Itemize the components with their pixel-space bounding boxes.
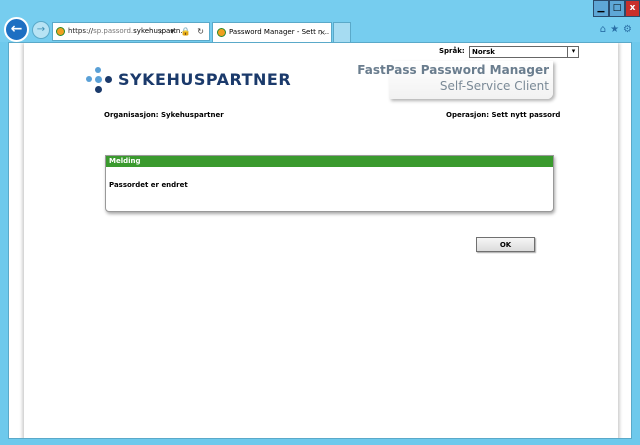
forward-arrow-icon[interactable]: → [32, 21, 50, 39]
address-controls[interactable]: ⌕ ▾ 🔒 ↻ [159, 23, 206, 40]
tab-password-manager[interactable]: Password Manager - Sett n... × [212, 22, 332, 42]
browser-tools-icons[interactable]: ⌂★⚙ [600, 24, 636, 35]
tab-favicon-icon [217, 28, 226, 37]
product-title: FastPass Password Manager [357, 63, 549, 77]
minimize-icon[interactable]: ▁ [593, 0, 609, 17]
title-bar: ← → https://sp.passord.sykehuspartn... ⌕… [0, 0, 640, 42]
site-favicon-icon [56, 27, 65, 36]
message-body: Passordet er endret [109, 181, 188, 189]
address-bar[interactable]: https://sp.passord.sykehuspartn... ⌕ ▾ 🔒… [52, 22, 210, 41]
product-banner: FastPass Password Manager Self-Service C… [357, 61, 553, 99]
page-container: Språk: Norsk ▾ SYKEHUSPARTNER FastPass P… [24, 43, 618, 438]
logo-text: SYKEHUSPARTNER [118, 70, 292, 89]
maximize-icon[interactable]: □ [609, 0, 625, 17]
logo-dots-icon [86, 65, 116, 95]
message-header: Melding [106, 156, 553, 167]
tab-title: Password Manager - Sett n... [229, 28, 330, 36]
browser-window: ← → https://sp.passord.sykehuspartn... ⌕… [0, 0, 640, 445]
content-viewport: Språk: Norsk ▾ SYKEHUSPARTNER FastPass P… [8, 42, 632, 439]
language-select[interactable]: Norsk [469, 46, 579, 58]
language-label: Språk: [439, 47, 465, 55]
back-arrow-icon[interactable]: ← [4, 17, 29, 42]
new-tab-button[interactable] [333, 22, 351, 42]
tab-close-icon[interactable]: × [319, 23, 326, 42]
organization-label: Organisasjon: Sykehuspartner [104, 111, 224, 119]
ok-button[interactable]: OK [476, 237, 535, 252]
product-subtitle: Self-Service Client [439, 79, 549, 93]
operation-label: Operasjon: Sett nytt passord [446, 111, 561, 119]
message-box: Melding Passordet er endret [105, 155, 554, 212]
close-icon[interactable]: x [625, 0, 640, 17]
